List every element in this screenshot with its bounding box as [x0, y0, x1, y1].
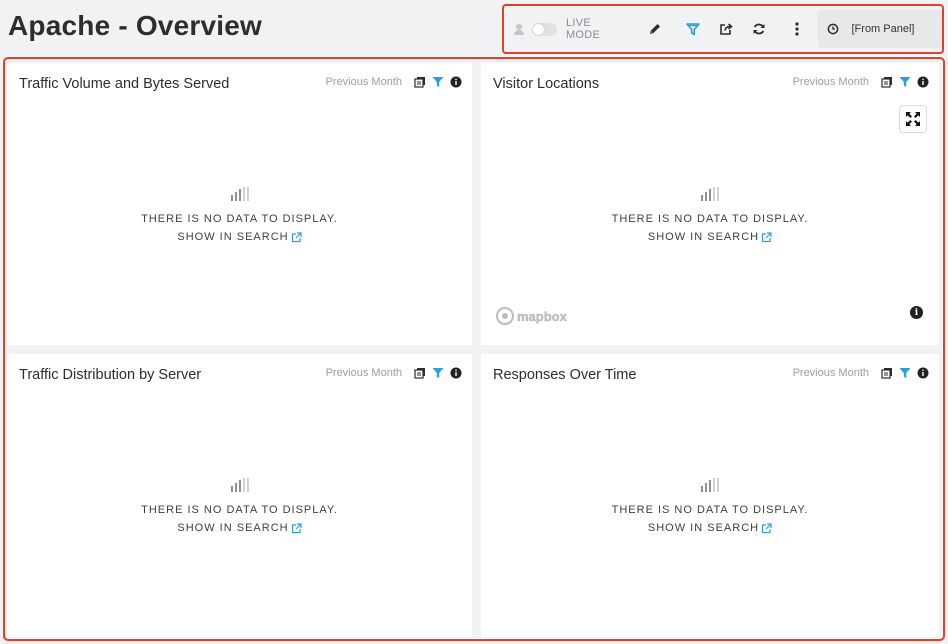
show-in-search-link[interactable]: SHOW IN SEARCH [177, 231, 302, 243]
filter-icon[interactable] [432, 76, 444, 88]
filter-icon[interactable] [899, 367, 911, 379]
filter-icon [685, 23, 700, 36]
info-icon[interactable] [450, 367, 462, 379]
external-link-icon [291, 522, 302, 533]
filter-icon[interactable] [899, 76, 911, 88]
panel-time-range: Previous Month [325, 367, 402, 379]
refresh-button[interactable] [749, 18, 770, 40]
share-icon [720, 23, 733, 35]
bar-chart-loading-icon [701, 187, 719, 201]
panel-meta: Previous Month [326, 367, 462, 379]
live-mode-toggle[interactable] [531, 22, 557, 36]
show-in-search-link[interactable]: SHOW IN SEARCH [177, 522, 302, 534]
external-link-icon [761, 231, 772, 242]
share-button[interactable] [715, 18, 736, 40]
bar-chart-loading-icon [230, 478, 249, 492]
copy-icon[interactable] [414, 367, 426, 379]
filter-button[interactable] [682, 18, 703, 40]
show-in-search-label: SHOW IN SEARCH [177, 231, 289, 243]
empty-state: THERE IS NO DATA TO DISPLAY. SHOW IN SEA… [7, 478, 472, 536]
show-in-search-link[interactable]: SHOW IN SEARCH [648, 522, 772, 534]
panel-traffic-distribution: Traffic Distribution by Server Previous … [7, 354, 472, 637]
mapbox-logo[interactable]: mapbox [496, 307, 567, 325]
panel-title: Traffic Distribution by Server [19, 367, 202, 383]
copy-icon[interactable] [881, 76, 893, 88]
panel-time-range: Previous Month [792, 76, 869, 88]
show-in-search-label: SHOW IN SEARCH [177, 522, 289, 534]
mapbox-mark-icon [496, 307, 514, 325]
time-range-value: [From Panel] [851, 23, 915, 35]
panel-time-range: Previous Month [792, 367, 869, 379]
more-vertical-icon [795, 22, 799, 36]
expand-arrows-icon [906, 112, 920, 126]
clock-icon [827, 23, 838, 35]
user-icon [514, 23, 524, 35]
copy-icon[interactable] [414, 76, 426, 88]
panel-time-range: Previous Month [325, 76, 402, 88]
panel-traffic-volume: Traffic Volume and Bytes Served Previous… [7, 63, 472, 345]
panel-responses-over-time: Responses Over Time Previous Month THERE… [481, 354, 939, 637]
empty-state: THERE IS NO DATA TO DISPLAY. SHOW IN SEA… [7, 187, 472, 245]
external-link-icon [291, 231, 302, 242]
refresh-icon [753, 23, 765, 35]
panel-meta: Previous Month [793, 367, 929, 379]
info-icon[interactable] [917, 367, 929, 379]
panel-title: Traffic Volume and Bytes Served [19, 76, 230, 92]
empty-state: THERE IS NO DATA TO DISPLAY. SHOW IN SEA… [481, 478, 939, 536]
map-attribution-info-icon[interactable]: i [910, 306, 923, 319]
fullscreen-button[interactable] [899, 105, 927, 133]
edit-button[interactable] [645, 18, 666, 40]
no-data-message: THERE IS NO DATA TO DISPLAY. [611, 504, 809, 516]
panel-meta: Previous Month [326, 76, 462, 88]
pencil-icon [650, 24, 661, 34]
live-mode-label: LIVE MODE [565, 17, 601, 41]
more-options-button[interactable] [786, 18, 807, 40]
dashboard-toolbar: LIVE MODE [From Panel] [502, 4, 944, 54]
show-in-search-label: SHOW IN SEARCH [647, 231, 760, 243]
no-data-message: THERE IS NO DATA TO DISPLAY. [141, 213, 338, 225]
filter-icon[interactable] [432, 367, 444, 379]
info-icon[interactable] [450, 76, 462, 88]
no-data-message: THERE IS NO DATA TO DISPLAY. [611, 213, 809, 225]
empty-state: THERE IS NO DATA TO DISPLAY. SHOW IN SEA… [481, 187, 939, 245]
mapbox-wordmark: mapbox [517, 308, 567, 324]
panel-visitor-locations: Visitor Locations Previous Month THERE I… [481, 63, 939, 345]
bar-chart-loading-icon [230, 187, 249, 201]
time-range-picker[interactable]: [From Panel] [817, 10, 943, 48]
external-link-icon [761, 522, 772, 533]
info-icon[interactable] [917, 76, 929, 88]
page-title: Apache - Overview [8, 10, 262, 41]
no-data-message: THERE IS NO DATA TO DISPLAY. [141, 504, 338, 516]
bar-chart-loading-icon [701, 478, 719, 492]
show-in-search-link[interactable]: SHOW IN SEARCH [648, 231, 772, 243]
show-in-search-label: SHOW IN SEARCH [647, 522, 760, 534]
panel-meta: Previous Month [793, 76, 929, 88]
panel-title: Responses Over Time [493, 367, 637, 383]
copy-icon[interactable] [881, 367, 893, 379]
panel-title: Visitor Locations [493, 76, 600, 92]
